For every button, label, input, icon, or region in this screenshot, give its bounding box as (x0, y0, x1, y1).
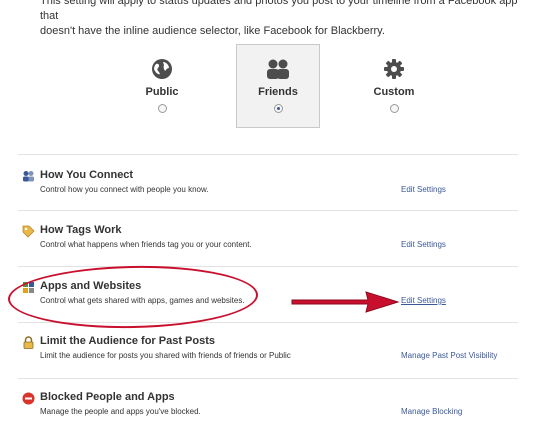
intro-text: This setting will apply to status update… (40, 0, 520, 39)
intro-line-1: This setting will apply to status update… (40, 0, 518, 22)
setting-description: Control what happens when friends tag yo… (40, 240, 252, 249)
setting-description: Control how you connect with people you … (40, 185, 209, 194)
edit-settings-link[interactable]: Edit Settings (401, 185, 446, 194)
edit-settings-link[interactable]: Edit Settings (401, 240, 446, 249)
setting-title: How Tags Work (40, 224, 122, 236)
audience-label-public: Public (145, 86, 179, 98)
divider (18, 266, 518, 267)
annotation-ellipse (7, 263, 259, 331)
gear-icon (384, 59, 404, 79)
manage-blocking-link[interactable]: Manage Blocking (401, 407, 462, 416)
people-icon (23, 171, 34, 182)
blocked-icon (22, 392, 35, 405)
manage-past-post-visibility-link[interactable]: Manage Past Post Visibility (401, 351, 497, 360)
audience-radio-custom[interactable] (389, 104, 399, 113)
setting-title: Limit the Audience for Past Posts (40, 335, 216, 347)
setting-description: Limit the audience for posts you shared … (40, 351, 291, 360)
setting-title: Blocked People and Apps (40, 391, 175, 403)
divider (18, 378, 518, 379)
audience-option-custom[interactable]: Custom (352, 44, 436, 128)
audience-radio-public[interactable] (157, 104, 167, 113)
setting-description: Manage the people and apps you've blocke… (40, 407, 201, 416)
audience-label-custom: Custom (373, 86, 415, 98)
audience-label-friends: Friends (258, 86, 298, 98)
globe-icon (152, 59, 172, 79)
audience-radio-friends[interactable] (273, 104, 283, 113)
tag-icon (22, 225, 35, 238)
divider (18, 154, 518, 155)
friends-icon (267, 59, 289, 79)
lock-icon (23, 336, 34, 349)
intro-line-2: doesn't have the inline audience selecto… (40, 25, 385, 37)
annotation-arrow-icon (291, 291, 400, 313)
setting-title: How You Connect (40, 169, 134, 181)
audience-option-public[interactable]: Public (120, 44, 204, 128)
audience-option-friends[interactable]: Friends (236, 44, 320, 128)
edit-settings-link[interactable]: Edit Settings (401, 296, 446, 305)
divider (18, 210, 518, 211)
